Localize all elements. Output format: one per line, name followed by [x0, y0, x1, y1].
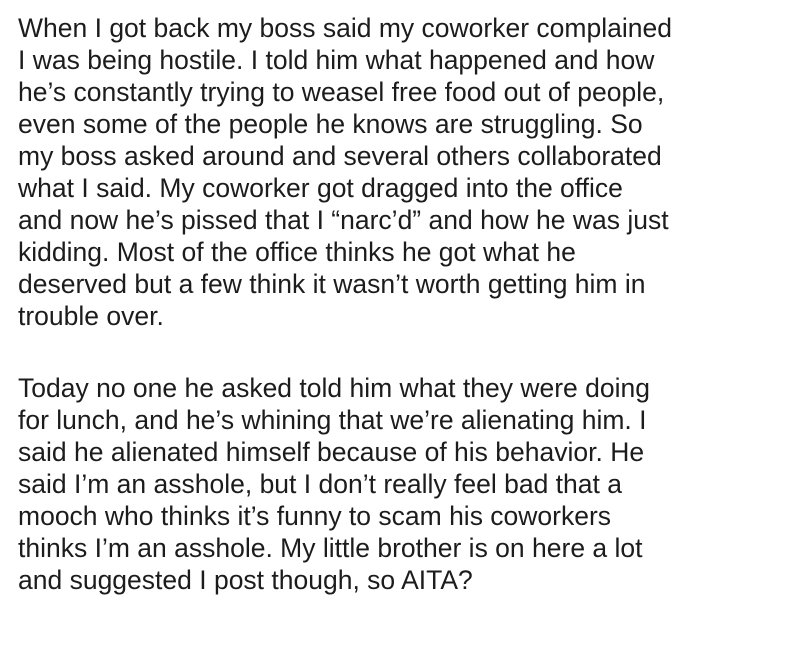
text-line: what I said. My coworker got dragged int… — [18, 173, 623, 203]
text-line: even some of the people he knows are str… — [18, 109, 643, 139]
text-line: I was being hostile. I told him what hap… — [18, 45, 655, 75]
text-line: my boss asked around and several others … — [18, 141, 662, 171]
text-line: kidding. Most of the office thinks he go… — [18, 237, 576, 267]
text-line: thinks I’m an asshole. My little brother… — [18, 533, 643, 563]
text-line: he’s constantly trying to weasel free fo… — [18, 77, 665, 107]
text-line: said he alienated himself because of his… — [18, 437, 645, 467]
paragraph-2: Today no one he asked told him what they… — [18, 372, 782, 596]
text-line: and now he’s pissed that I “narc’d” and … — [18, 205, 669, 235]
text-line: for lunch, and he’s whining that we’re a… — [18, 405, 647, 435]
text-line: said I’m an asshole, but I don’t really … — [18, 469, 622, 499]
text-line: and suggested I post though, so AITA? — [18, 565, 473, 595]
post-body: When I got back my boss said my coworker… — [0, 0, 800, 649]
text-line: mooch who thinks it’s funny to scam his … — [18, 501, 612, 531]
text-line: When I got back my boss said my coworker… — [18, 13, 672, 43]
text-line: Today no one he asked told him what they… — [18, 373, 650, 403]
paragraph-1: When I got back my boss said my coworker… — [18, 12, 782, 332]
text-line: deserved but a few think it wasn’t worth… — [18, 269, 646, 299]
text-line: trouble over. — [18, 301, 164, 331]
